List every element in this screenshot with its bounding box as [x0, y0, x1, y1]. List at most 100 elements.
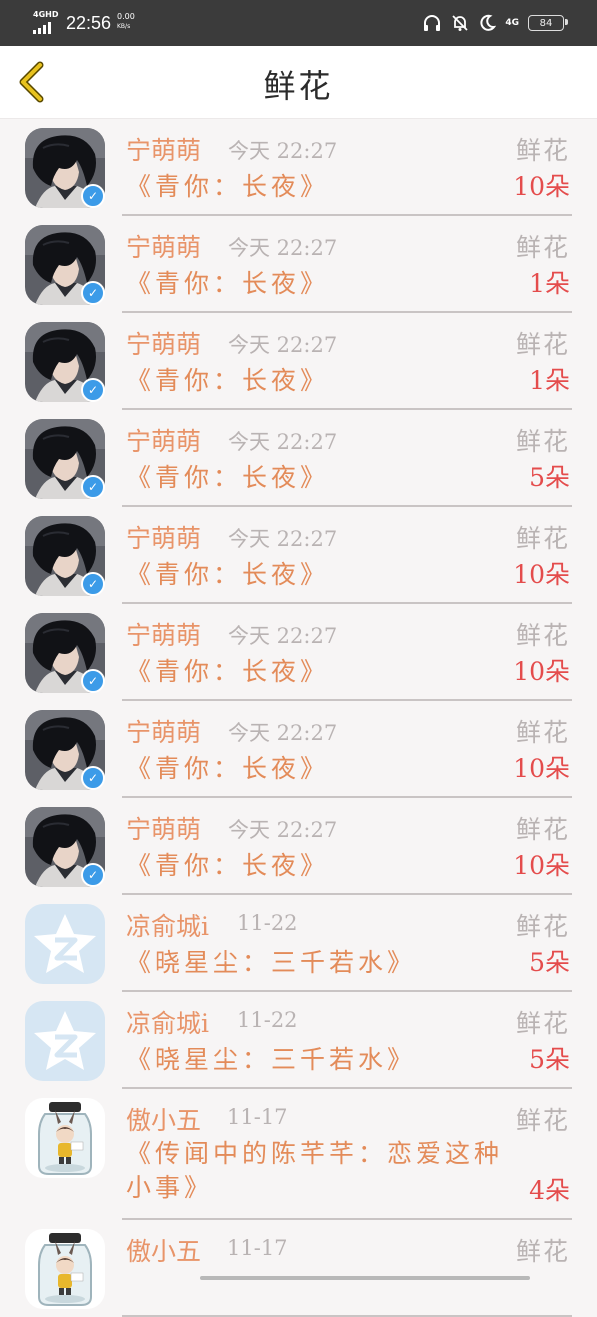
verified-badge-icon: ✓ — [81, 669, 105, 693]
moon-icon — [480, 14, 497, 31]
flower-label: 鲜花 — [515, 136, 570, 165]
item-content: 宁萌萌 今天 22:27 《青你：长夜》 鲜花 10朵 — [122, 604, 572, 701]
item-content: 宁萌萌 今天 22:27 《青你：长夜》 鲜花 10朵 — [122, 701, 572, 798]
book-title[interactable]: 《青你：长夜》 — [126, 458, 329, 494]
sender-name[interactable]: 傲小五 — [126, 1101, 201, 1137]
flower-record-item[interactable]: ✓ 宁萌萌 今天 22:27 《青你：长夜》 鲜花 1朵 — [0, 313, 597, 410]
item-content: 宁萌萌 今天 22:27 《青你：长夜》 鲜花 5朵 — [122, 410, 572, 507]
sent-time: 今天 22:27 — [228, 139, 338, 163]
flower-record-item[interactable]: ✓ 宁萌萌 今天 22:27 《青你：长夜》 鲜花 10朵 — [0, 604, 597, 701]
book-title[interactable]: 《青你：长夜》 — [126, 846, 329, 882]
book-title[interactable]: 《传闻中的陈芊芊：恋爱这种小事》 — [126, 1137, 521, 1205]
net-speed-unit: KB/s — [117, 23, 131, 30]
flower-record-item[interactable]: 傲小五 11-17 鲜花 — [0, 1220, 597, 1317]
avatar-jar-figure[interactable] — [25, 1229, 105, 1309]
sent-time: 今天 22:27 — [228, 624, 338, 648]
book-title[interactable]: 《晓星尘：三千若水》 — [126, 943, 416, 979]
network-type: 4GHD — [33, 10, 59, 19]
avatar-qq-default[interactable] — [25, 1001, 105, 1081]
page-title: 鲜花 — [263, 67, 334, 105]
avatar-jar-figure[interactable] — [25, 1098, 105, 1178]
book-title[interactable]: 《青你：长夜》 — [126, 652, 329, 688]
sent-time: 11-22 — [237, 911, 298, 935]
sender-name[interactable]: 傲小五 — [126, 1232, 201, 1268]
flower-record-item[interactable]: ✓ 宁萌萌 今天 22:27 《青你：长夜》 鲜花 1朵 — [0, 216, 597, 313]
flower-record-item[interactable]: ✓ 宁萌萌 今天 22:27 《青你：长夜》 鲜花 5朵 — [0, 410, 597, 507]
flower-record-item[interactable]: 傲小五 11-17 《传闻中的陈芊芊：恋爱这种小事》 鲜花 4朵 — [0, 1089, 597, 1220]
flower-count: 5朵 — [529, 1045, 570, 1074]
item-content: 宁萌萌 今天 22:27 《青你：长夜》 鲜花 10朵 — [122, 119, 572, 216]
signal-icon — [33, 22, 51, 34]
sent-time: 今天 22:27 — [228, 721, 338, 745]
cell-type: 4G — [505, 17, 519, 28]
flower-count: 10朵 — [513, 754, 570, 783]
sender-name[interactable]: 宁萌萌 — [126, 616, 201, 652]
net-speed: 0.00 KB/s — [117, 12, 147, 32]
flower-label: 鲜花 — [515, 621, 570, 650]
verified-badge-icon: ✓ — [81, 475, 105, 499]
verified-badge-icon: ✓ — [81, 281, 105, 305]
sent-time: 今天 22:27 — [228, 430, 338, 454]
sender-name[interactable]: 宁萌萌 — [126, 325, 201, 361]
flower-label: 鲜花 — [515, 912, 570, 941]
flower-count: 10朵 — [513, 172, 570, 201]
item-content: 凉俞城i 11-22 《晓星尘：三千若水》 鲜花 5朵 — [122, 992, 572, 1089]
net-speed-value: 0.00 — [117, 12, 135, 21]
flower-record-item[interactable]: ✓ 宁萌萌 今天 22:27 《青你：长夜》 鲜花 10朵 — [0, 119, 597, 216]
sender-name[interactable]: 宁萌萌 — [126, 131, 201, 167]
sender-name[interactable]: 宁萌萌 — [126, 228, 201, 264]
status-bar: 4GHD 22:56 0.00 KB/s 4G 84 — [0, 0, 597, 46]
headphones-icon — [424, 15, 441, 31]
flower-record-item[interactable]: ✓ 宁萌萌 今天 22:27 《青你：长夜》 鲜花 10朵 — [0, 507, 597, 604]
item-content: 傲小五 11-17 鲜花 — [122, 1220, 572, 1317]
item-content: 宁萌萌 今天 22:27 《青你：长夜》 鲜花 1朵 — [122, 313, 572, 410]
verified-badge-icon: ✓ — [81, 378, 105, 402]
mute-bell-icon — [452, 15, 468, 31]
flower-count: 10朵 — [513, 851, 570, 880]
flower-count: 5朵 — [529, 463, 570, 492]
home-indicator[interactable] — [200, 1276, 530, 1280]
sender-name[interactable]: 宁萌萌 — [126, 519, 201, 555]
battery-icon: 84 — [528, 15, 568, 31]
flower-count: 4朵 — [529, 1176, 570, 1205]
flower-label: 鲜花 — [515, 718, 570, 747]
sent-time: 11-17 — [227, 1236, 288, 1260]
flower-count: 5朵 — [529, 948, 570, 977]
flower-list: ✓ 宁萌萌 今天 22:27 《青你：长夜》 鲜花 10朵 ✓ 宁萌萌 今天 2… — [0, 119, 597, 1317]
flower-record-item[interactable]: ✓ 宁萌萌 今天 22:27 《青你：长夜》 鲜花 10朵 — [0, 798, 597, 895]
sender-name[interactable]: 宁萌萌 — [126, 422, 201, 458]
sender-name[interactable]: 宁萌萌 — [126, 810, 201, 846]
item-content: 宁萌萌 今天 22:27 《青你：长夜》 鲜花 1朵 — [122, 216, 572, 313]
book-title[interactable]: 《青你：长夜》 — [126, 555, 329, 591]
verified-badge-icon: ✓ — [81, 766, 105, 790]
flower-record-item[interactable]: ✓ 宁萌萌 今天 22:27 《青你：长夜》 鲜花 10朵 — [0, 701, 597, 798]
avatar-qq-default[interactable] — [25, 904, 105, 984]
book-title[interactable]: 《青你：长夜》 — [126, 361, 329, 397]
flower-count: 10朵 — [513, 560, 570, 589]
sender-name[interactable]: 凉俞城i — [126, 1004, 209, 1040]
item-content: 傲小五 11-17 《传闻中的陈芊芊：恋爱这种小事》 鲜花 4朵 — [122, 1089, 572, 1220]
sent-time: 今天 22:27 — [228, 527, 338, 551]
item-content: 宁萌萌 今天 22:27 《青你：长夜》 鲜花 10朵 — [122, 798, 572, 895]
flower-record-item[interactable]: 凉俞城i 11-22 《晓星尘：三千若水》 鲜花 5朵 — [0, 895, 597, 992]
book-title[interactable]: 《青你：长夜》 — [126, 167, 329, 203]
item-content: 凉俞城i 11-22 《晓星尘：三千若水》 鲜花 5朵 — [122, 895, 572, 992]
sent-time: 11-22 — [237, 1008, 298, 1032]
flower-record-item[interactable]: 凉俞城i 11-22 《晓星尘：三千若水》 鲜花 5朵 — [0, 992, 597, 1089]
verified-badge-icon: ✓ — [81, 572, 105, 596]
book-title[interactable]: 《晓星尘：三千若水》 — [126, 1040, 416, 1076]
flower-label: 鲜花 — [515, 1237, 570, 1266]
flower-label: 鲜花 — [515, 815, 570, 844]
status-time: 22:56 — [66, 13, 112, 33]
flower-count: 1朵 — [529, 366, 570, 395]
battery-level: 84 — [539, 17, 553, 29]
flower-count: 1朵 — [529, 269, 570, 298]
book-title[interactable]: 《青你：长夜》 — [126, 264, 329, 300]
verified-badge-icon: ✓ — [81, 863, 105, 887]
sender-name[interactable]: 宁萌萌 — [126, 713, 201, 749]
book-title[interactable]: 《青你：长夜》 — [126, 749, 329, 785]
verified-badge-icon: ✓ — [81, 184, 105, 208]
sender-name[interactable]: 凉俞城i — [126, 907, 209, 943]
status-right: 4G 84 — [422, 10, 568, 36]
flower-label: 鲜花 — [515, 1009, 570, 1038]
